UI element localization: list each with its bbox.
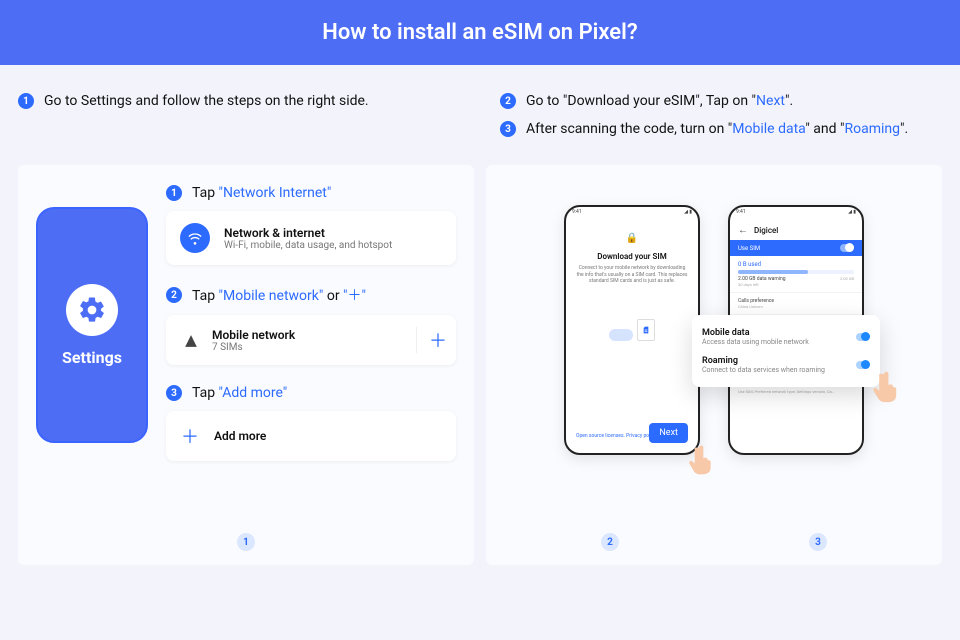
phone-settings-mock: Settings bbox=[36, 207, 148, 443]
panel-settings-steps: Settings 1 Tap "Network Internet" Networ… bbox=[18, 165, 474, 565]
step-number-badge: 1 bbox=[18, 93, 34, 109]
phone-download-sim: 9:41◢ ▮ 🔒 Download your SIM Connect to y… bbox=[564, 205, 700, 455]
cloud-icon bbox=[609, 329, 633, 341]
card-title: Mobile network bbox=[212, 328, 295, 342]
mobile-data-link: Mobile data bbox=[732, 121, 805, 137]
pointer-hand-icon bbox=[686, 445, 718, 477]
card-sub: 7 SIMs bbox=[212, 342, 295, 353]
screen-title: Digicel bbox=[754, 226, 778, 235]
gear-icon bbox=[66, 284, 118, 336]
step-2: 2 Tap "Mobile network" or "＋" Mobile net… bbox=[166, 285, 456, 365]
download-title: Download your SIM bbox=[576, 252, 688, 261]
toggle-overlay: Mobile data Access data using mobile net… bbox=[692, 315, 880, 387]
step-number-badge: 1 bbox=[166, 185, 182, 201]
settings-steps: 1 Tap "Network Internet" Network & inter… bbox=[166, 185, 456, 481]
next-button[interactable]: Next bbox=[649, 423, 688, 443]
qr-illustration bbox=[576, 319, 688, 341]
instruction-2-text: Go to "Download your eSIM", Tap on "Next… bbox=[526, 93, 793, 109]
panel-phone-mocks: 9:41◢ ▮ 🔒 Download your SIM Connect to y… bbox=[486, 165, 942, 565]
sim-card-icon bbox=[637, 319, 655, 341]
download-desc: Connect to your mobile network by downlo… bbox=[576, 265, 688, 285]
phone-digicel-wrap: 9:41◢ ▮ ← Digicel Use SIM 0 B used bbox=[728, 205, 864, 455]
card-title: Network & internet bbox=[224, 226, 392, 240]
privacy-links[interactable]: Open source licenses. Privacy polic bbox=[576, 433, 654, 439]
panel-number-badge: 1 bbox=[237, 533, 255, 551]
toggle-on-icon[interactable] bbox=[840, 244, 854, 252]
usage-bar bbox=[738, 270, 854, 274]
wifi-icon bbox=[180, 223, 210, 253]
step-number-badge: 2 bbox=[166, 287, 182, 303]
step-3: 3 Tap "Add more" ＋ Add more bbox=[166, 385, 456, 461]
mobile-data-row[interactable]: Mobile data Access data using mobile net… bbox=[702, 323, 870, 351]
step-number-badge: 3 bbox=[166, 385, 182, 401]
card-sub: Wi-Fi, mobile, data usage, and hotspot bbox=[224, 240, 392, 251]
instruction-2: 2 Go to "Download your eSIM", Tap on "Ne… bbox=[500, 93, 942, 109]
instruction-1-text: Go to Settings and follow the steps on t… bbox=[44, 93, 369, 109]
step-number-badge: 2 bbox=[500, 93, 516, 109]
lock-icon: 🔒 bbox=[576, 233, 688, 244]
signal-icon bbox=[184, 333, 198, 347]
settings-label: Settings bbox=[62, 348, 122, 367]
mobile-network-card[interactable]: Mobile network 7 SIMs ＋ bbox=[166, 315, 456, 365]
pointer-hand-icon bbox=[870, 371, 904, 405]
card-title: Add more bbox=[214, 429, 266, 443]
instructions-right: 2 Go to "Download your eSIM", Tap on "Ne… bbox=[500, 93, 942, 149]
instructions-left: 1 Go to Settings and follow the steps on… bbox=[18, 93, 460, 149]
use-sim-row[interactable]: Use SIM bbox=[730, 240, 862, 256]
network-internet-card[interactable]: Network & internet Wi-Fi, mobile, data u… bbox=[166, 211, 456, 265]
instruction-3-text: After scanning the code, turn on "Mobile… bbox=[526, 121, 908, 137]
status-bar: 9:41◢ ▮ bbox=[736, 209, 856, 215]
instruction-3: 3 After scanning the code, turn on "Mobi… bbox=[500, 121, 942, 137]
toggle-on-icon[interactable] bbox=[856, 333, 870, 341]
data-usage-section: 0 B used 2.00 GB data warning 30 days le… bbox=[730, 256, 862, 293]
next-link: Next bbox=[756, 93, 785, 109]
step-number-badge: 3 bbox=[500, 121, 516, 137]
phone-download-wrap: 9:41◢ ▮ 🔒 Download your SIM Connect to y… bbox=[564, 205, 700, 455]
back-icon[interactable]: ← bbox=[738, 225, 748, 236]
calls-preference-row[interactable]: Calls preference China Unicom bbox=[730, 293, 862, 315]
panel-1-footer: 1 bbox=[18, 533, 474, 551]
toggle-on-icon[interactable] bbox=[856, 361, 870, 369]
panel-2-footer: 2 3 bbox=[486, 533, 942, 551]
page-title: How to install an eSIM on Pixel? bbox=[322, 20, 637, 45]
panel-number-badge: 2 bbox=[601, 533, 619, 551]
panels: Settings 1 Tap "Network Internet" Networ… bbox=[0, 165, 960, 565]
plus-icon[interactable]: ＋ bbox=[416, 327, 442, 353]
plus-icon: ＋ bbox=[180, 423, 200, 449]
step-3-text: Tap "Add more" bbox=[192, 385, 287, 401]
add-more-card[interactable]: ＋ Add more bbox=[166, 411, 456, 461]
status-bar: 9:41◢ ▮ bbox=[572, 209, 692, 215]
roaming-row[interactable]: Roaming Connect to data services when ro… bbox=[702, 351, 870, 379]
page-header: How to install an eSIM on Pixel? bbox=[0, 0, 960, 65]
step-1-text: Tap "Network Internet" bbox=[192, 185, 331, 201]
step-1: 1 Tap "Network Internet" Network & inter… bbox=[166, 185, 456, 265]
roaming-link: Roaming bbox=[844, 121, 900, 137]
instruction-1: 1 Go to Settings and follow the steps on… bbox=[18, 93, 460, 109]
instructions: 1 Go to Settings and follow the steps on… bbox=[0, 65, 960, 165]
panel-number-badge: 3 bbox=[809, 533, 827, 551]
step-2-text: Tap "Mobile network" or "＋" bbox=[192, 285, 366, 305]
